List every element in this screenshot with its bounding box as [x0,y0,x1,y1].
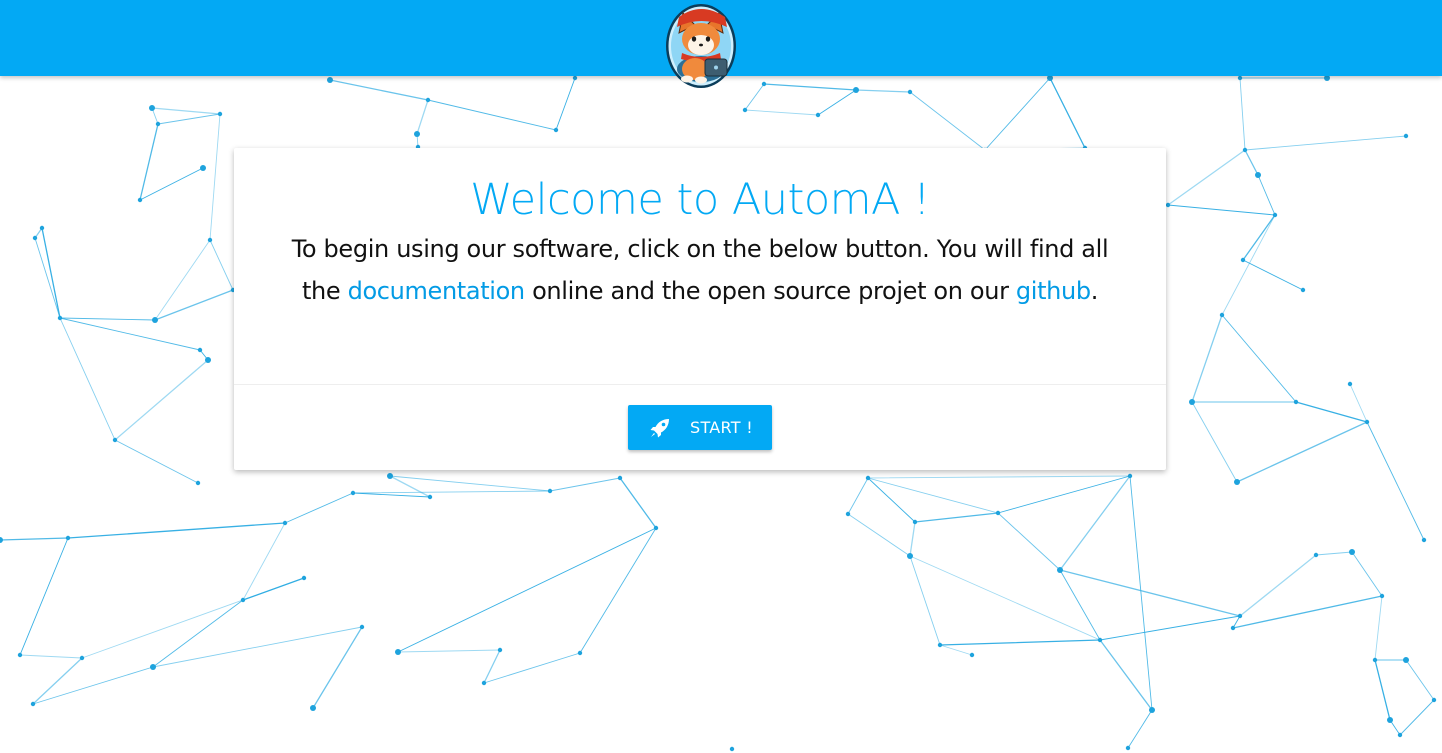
card-text-middle: online and the open source projet on our [524,277,1016,305]
welcome-card: Welcome to AutomA ! To begin using our s… [234,148,1166,470]
github-link[interactable]: github [1016,277,1091,305]
card-text-end: . [1090,277,1099,305]
start-button-label: START ! [690,418,753,437]
fox-mascot-logo[interactable] [665,3,737,89]
card-body: Welcome to AutomA ! To begin using our s… [234,148,1166,384]
card-text: To begin using our software, click on th… [275,228,1125,312]
documentation-link[interactable]: documentation [348,277,526,305]
rocket-icon [648,416,672,440]
start-button[interactable]: START ! [628,405,772,450]
page: Welcome to AutomA ! To begin using our s… [0,0,1442,753]
card-actions: START ! [234,385,1166,470]
card-title: Welcome to AutomA ! [470,175,930,225]
